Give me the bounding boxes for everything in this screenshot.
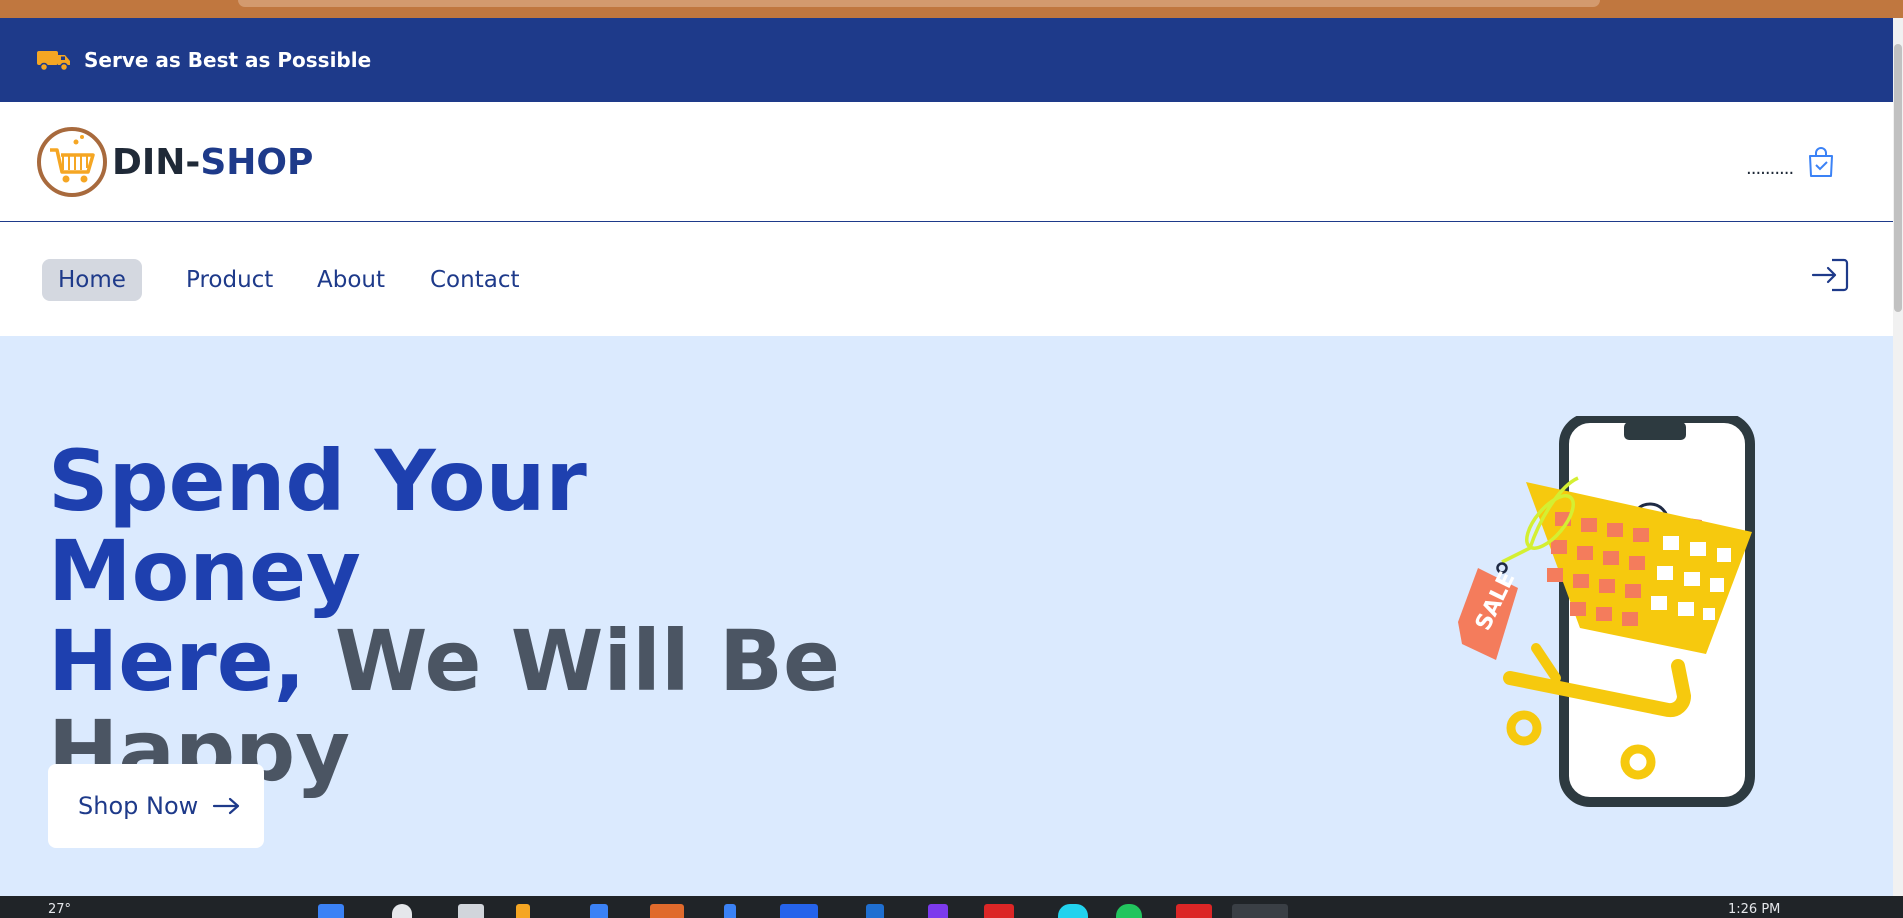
address-bar[interactable] (238, 0, 1600, 7)
chrome-profile-icon[interactable] (1176, 904, 1212, 918)
nav-item-home[interactable]: Home (42, 259, 142, 301)
headline-line-2a: Here, (48, 612, 306, 710)
truck-icon (37, 51, 70, 72)
announcement-bar: Serve as Best as Possible (0, 18, 1893, 102)
app-icon-diamond[interactable] (866, 904, 884, 918)
app-icon-purple[interactable] (928, 904, 948, 918)
nav-item-product[interactable]: Product (170, 259, 289, 301)
shopping-phone-illustration: SALE (1458, 416, 1755, 807)
app-icon-orange[interactable] (650, 904, 684, 918)
shop-now-label: Shop Now (78, 792, 199, 820)
active-app-icon[interactable] (1232, 904, 1288, 918)
weather-temperature[interactable]: 27° (48, 902, 71, 917)
app-icon-blue[interactable] (780, 904, 818, 918)
announcement-text: Serve as Best as Possible (84, 48, 372, 72)
vscode-icon[interactable] (724, 904, 736, 918)
arrow-right-icon (213, 797, 240, 815)
page-scrollbar[interactable] (1893, 18, 1903, 896)
brand-name: DIN-SHOP (112, 141, 314, 183)
shop-now-button[interactable]: Shop Now (48, 764, 264, 848)
shopping-bag-icon[interactable] (1806, 146, 1836, 178)
search-icon[interactable] (392, 904, 412, 918)
os-taskbar: 27° 1:26 PM (0, 896, 1903, 918)
main-nav: Home Product About Contact (0, 223, 1893, 336)
brand-logo[interactable]: DIN-SHOP (36, 126, 313, 198)
cart-count: .......... (1746, 158, 1794, 179)
nav-item-about[interactable]: About (301, 259, 401, 301)
browser-chrome (0, 0, 1903, 18)
nav-item-contact[interactable]: Contact (414, 259, 535, 301)
task-view-icon[interactable] (458, 904, 484, 918)
headline-line-2b: We Will Be (305, 612, 840, 710)
headline-line-1: Spend Your Money (48, 432, 587, 620)
site-header: DIN-SHOP .......... (0, 102, 1893, 222)
store-icon[interactable] (590, 904, 608, 918)
hero-section: Spend Your Money Here, We Will Be Happy … (0, 336, 1893, 896)
file-explorer-icon[interactable] (516, 904, 530, 918)
start-icon[interactable] (318, 904, 344, 918)
shopping-cart-icon (37, 127, 107, 197)
scrollbar-thumb[interactable] (1894, 44, 1902, 312)
taskbar-clock[interactable]: 1:26 PM (1728, 902, 1780, 917)
hero-headline: Spend Your Money Here, We Will Be Happy (48, 436, 908, 796)
login-icon[interactable] (1810, 257, 1850, 293)
whatsapp-icon[interactable] (1116, 904, 1142, 918)
notification-badge-icon[interactable] (1058, 904, 1088, 918)
chrome-icon[interactable] (984, 904, 1014, 918)
